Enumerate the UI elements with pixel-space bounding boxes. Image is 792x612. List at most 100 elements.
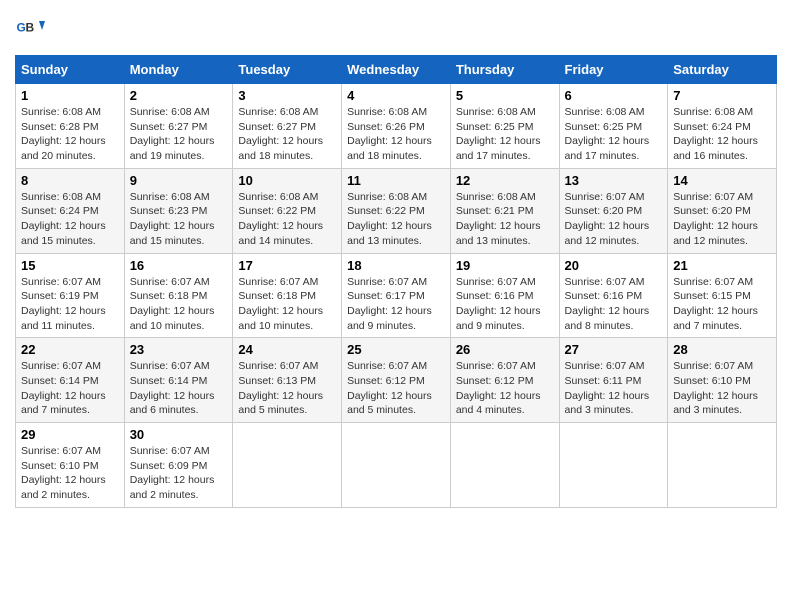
day-info: Sunrise: 6:07 AM Sunset: 6:09 PM Dayligh… [130,445,215,501]
day-number: 22 [21,342,119,357]
calendar-cell: 8 Sunrise: 6:08 AM Sunset: 6:24 PM Dayli… [16,168,125,253]
day-info: Sunrise: 6:08 AM Sunset: 6:27 PM Dayligh… [130,106,215,162]
day-number: 30 [130,427,228,442]
svg-text:G: G [17,21,26,35]
calendar-cell: 20 Sunrise: 6:07 AM Sunset: 6:16 PM Dayl… [559,253,668,338]
calendar-cell: 9 Sunrise: 6:08 AM Sunset: 6:23 PM Dayli… [124,168,233,253]
column-header-saturday: Saturday [668,56,777,84]
day-info: Sunrise: 6:08 AM Sunset: 6:24 PM Dayligh… [21,191,106,247]
page-header: G B [15,15,777,45]
calendar-week-3: 15 Sunrise: 6:07 AM Sunset: 6:19 PM Dayl… [16,253,777,338]
calendar-cell: 5 Sunrise: 6:08 AM Sunset: 6:25 PM Dayli… [450,84,559,169]
calendar-cell [450,423,559,508]
day-number: 28 [673,342,771,357]
day-info: Sunrise: 6:07 AM Sunset: 6:20 PM Dayligh… [673,191,758,247]
calendar-cell: 10 Sunrise: 6:08 AM Sunset: 6:22 PM Dayl… [233,168,342,253]
day-number: 1 [21,88,119,103]
day-info: Sunrise: 6:08 AM Sunset: 6:24 PM Dayligh… [673,106,758,162]
calendar-cell: 3 Sunrise: 6:08 AM Sunset: 6:27 PM Dayli… [233,84,342,169]
day-info: Sunrise: 6:07 AM Sunset: 6:10 PM Dayligh… [673,360,758,416]
calendar-cell: 17 Sunrise: 6:07 AM Sunset: 6:18 PM Dayl… [233,253,342,338]
day-number: 17 [238,258,336,273]
day-number: 11 [347,173,445,188]
calendar-week-1: 1 Sunrise: 6:08 AM Sunset: 6:28 PM Dayli… [16,84,777,169]
calendar-cell: 23 Sunrise: 6:07 AM Sunset: 6:14 PM Dayl… [124,338,233,423]
calendar-cell: 14 Sunrise: 6:07 AM Sunset: 6:20 PM Dayl… [668,168,777,253]
day-info: Sunrise: 6:07 AM Sunset: 6:14 PM Dayligh… [21,360,106,416]
day-info: Sunrise: 6:08 AM Sunset: 6:28 PM Dayligh… [21,106,106,162]
calendar-cell [342,423,451,508]
day-number: 8 [21,173,119,188]
day-info: Sunrise: 6:07 AM Sunset: 6:17 PM Dayligh… [347,276,432,332]
day-number: 14 [673,173,771,188]
day-number: 3 [238,88,336,103]
day-info: Sunrise: 6:07 AM Sunset: 6:14 PM Dayligh… [130,360,215,416]
day-info: Sunrise: 6:07 AM Sunset: 6:12 PM Dayligh… [456,360,541,416]
calendar-week-5: 29 Sunrise: 6:07 AM Sunset: 6:10 PM Dayl… [16,423,777,508]
calendar-cell [233,423,342,508]
day-info: Sunrise: 6:08 AM Sunset: 6:22 PM Dayligh… [238,191,323,247]
day-info: Sunrise: 6:07 AM Sunset: 6:19 PM Dayligh… [21,276,106,332]
calendar-cell: 13 Sunrise: 6:07 AM Sunset: 6:20 PM Dayl… [559,168,668,253]
calendar-cell: 18 Sunrise: 6:07 AM Sunset: 6:17 PM Dayl… [342,253,451,338]
day-number: 15 [21,258,119,273]
column-header-wednesday: Wednesday [342,56,451,84]
day-info: Sunrise: 6:08 AM Sunset: 6:23 PM Dayligh… [130,191,215,247]
calendar-cell: 16 Sunrise: 6:07 AM Sunset: 6:18 PM Dayl… [124,253,233,338]
day-number: 16 [130,258,228,273]
day-number: 26 [456,342,554,357]
day-info: Sunrise: 6:07 AM Sunset: 6:13 PM Dayligh… [238,360,323,416]
day-number: 4 [347,88,445,103]
calendar-cell [668,423,777,508]
day-info: Sunrise: 6:08 AM Sunset: 6:25 PM Dayligh… [565,106,650,162]
day-number: 6 [565,88,663,103]
calendar-cell: 29 Sunrise: 6:07 AM Sunset: 6:10 PM Dayl… [16,423,125,508]
day-number: 18 [347,258,445,273]
day-info: Sunrise: 6:07 AM Sunset: 6:10 PM Dayligh… [21,445,106,501]
calendar-cell: 28 Sunrise: 6:07 AM Sunset: 6:10 PM Dayl… [668,338,777,423]
logo-icon: G B [15,15,45,45]
day-info: Sunrise: 6:07 AM Sunset: 6:15 PM Dayligh… [673,276,758,332]
calendar-body: 1 Sunrise: 6:08 AM Sunset: 6:28 PM Dayli… [16,84,777,508]
day-number: 9 [130,173,228,188]
calendar-cell: 2 Sunrise: 6:08 AM Sunset: 6:27 PM Dayli… [124,84,233,169]
calendar-header-row: SundayMondayTuesdayWednesdayThursdayFrid… [16,56,777,84]
calendar-week-4: 22 Sunrise: 6:07 AM Sunset: 6:14 PM Dayl… [16,338,777,423]
calendar-cell: 27 Sunrise: 6:07 AM Sunset: 6:11 PM Dayl… [559,338,668,423]
column-header-thursday: Thursday [450,56,559,84]
day-number: 27 [565,342,663,357]
day-number: 25 [347,342,445,357]
column-header-sunday: Sunday [16,56,125,84]
day-info: Sunrise: 6:08 AM Sunset: 6:21 PM Dayligh… [456,191,541,247]
day-info: Sunrise: 6:07 AM Sunset: 6:16 PM Dayligh… [456,276,541,332]
calendar-cell: 6 Sunrise: 6:08 AM Sunset: 6:25 PM Dayli… [559,84,668,169]
day-number: 12 [456,173,554,188]
day-number: 13 [565,173,663,188]
calendar-cell: 7 Sunrise: 6:08 AM Sunset: 6:24 PM Dayli… [668,84,777,169]
calendar-cell: 19 Sunrise: 6:07 AM Sunset: 6:16 PM Dayl… [450,253,559,338]
logo: G B [15,15,49,45]
calendar-cell: 11 Sunrise: 6:08 AM Sunset: 6:22 PM Dayl… [342,168,451,253]
calendar-week-2: 8 Sunrise: 6:08 AM Sunset: 6:24 PM Dayli… [16,168,777,253]
column-header-friday: Friday [559,56,668,84]
calendar-cell: 25 Sunrise: 6:07 AM Sunset: 6:12 PM Dayl… [342,338,451,423]
calendar-cell: 26 Sunrise: 6:07 AM Sunset: 6:12 PM Dayl… [450,338,559,423]
day-info: Sunrise: 6:08 AM Sunset: 6:25 PM Dayligh… [456,106,541,162]
day-info: Sunrise: 6:07 AM Sunset: 6:11 PM Dayligh… [565,360,650,416]
day-info: Sunrise: 6:08 AM Sunset: 6:22 PM Dayligh… [347,191,432,247]
day-number: 21 [673,258,771,273]
calendar-cell: 24 Sunrise: 6:07 AM Sunset: 6:13 PM Dayl… [233,338,342,423]
calendar-table: SundayMondayTuesdayWednesdayThursdayFrid… [15,55,777,508]
day-info: Sunrise: 6:08 AM Sunset: 6:27 PM Dayligh… [238,106,323,162]
calendar-cell: 15 Sunrise: 6:07 AM Sunset: 6:19 PM Dayl… [16,253,125,338]
calendar-cell: 22 Sunrise: 6:07 AM Sunset: 6:14 PM Dayl… [16,338,125,423]
day-number: 5 [456,88,554,103]
day-number: 2 [130,88,228,103]
day-number: 10 [238,173,336,188]
column-header-monday: Monday [124,56,233,84]
day-number: 24 [238,342,336,357]
calendar-cell: 1 Sunrise: 6:08 AM Sunset: 6:28 PM Dayli… [16,84,125,169]
calendar-cell: 30 Sunrise: 6:07 AM Sunset: 6:09 PM Dayl… [124,423,233,508]
day-number: 23 [130,342,228,357]
day-info: Sunrise: 6:07 AM Sunset: 6:18 PM Dayligh… [130,276,215,332]
